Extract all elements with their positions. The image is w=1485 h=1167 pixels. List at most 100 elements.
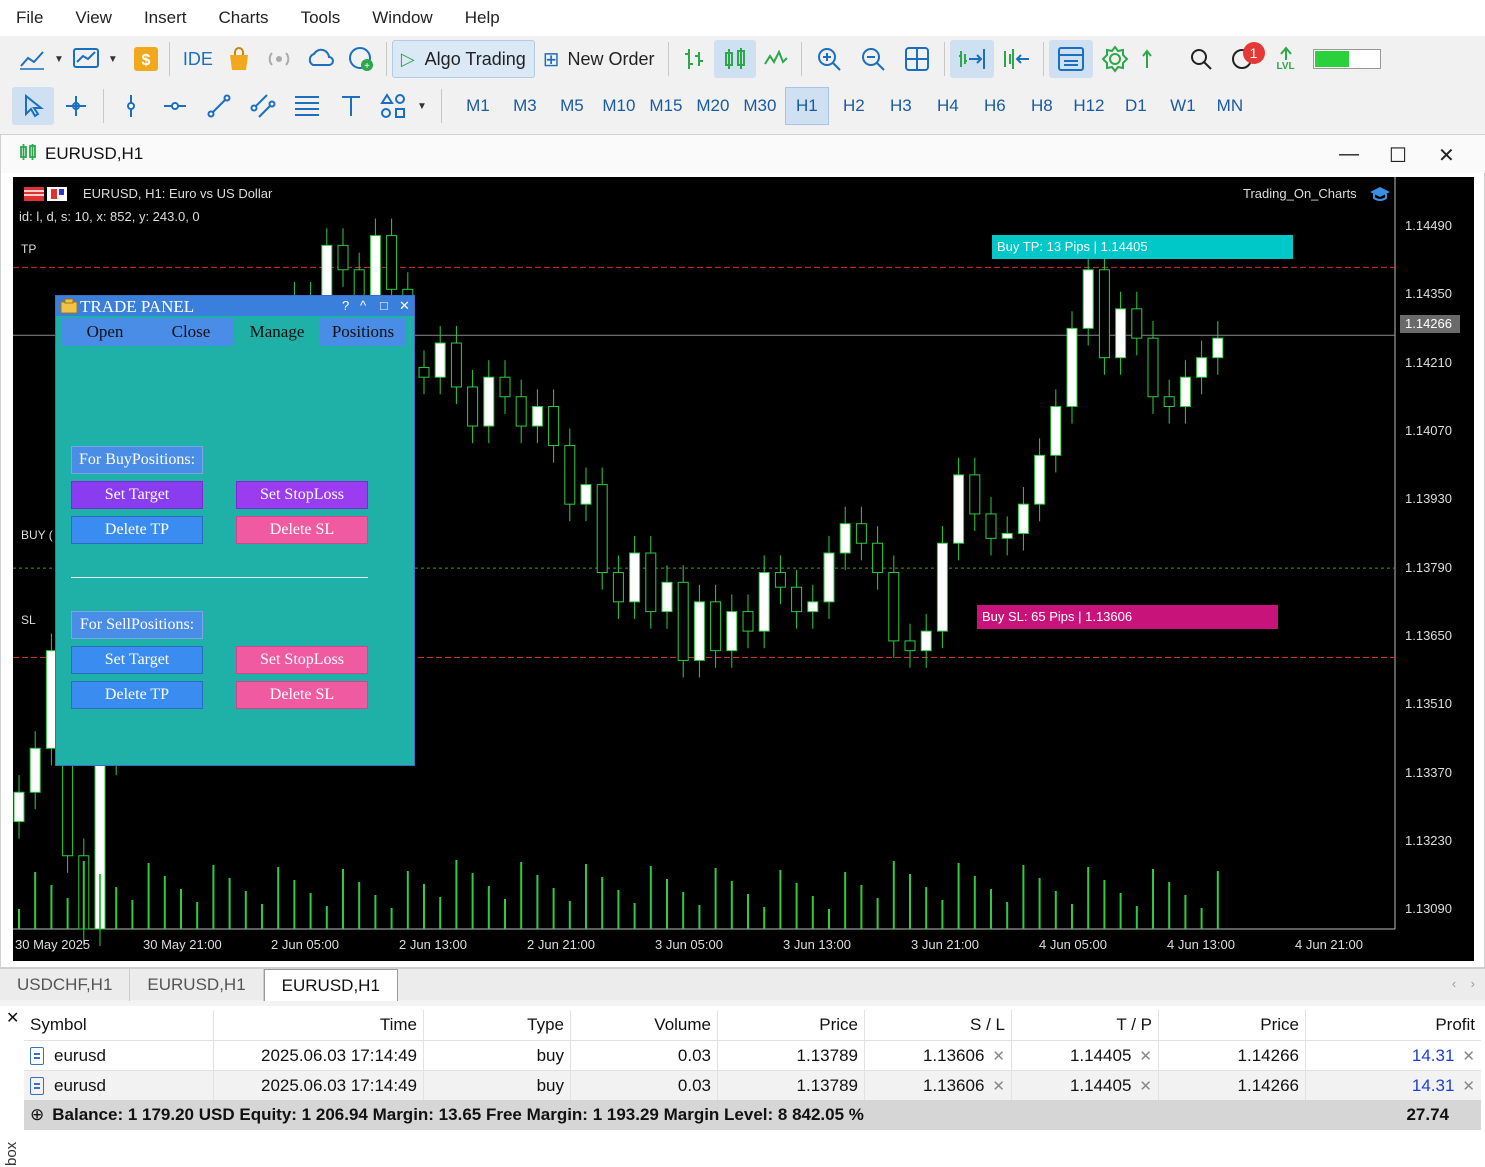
line-chart-icon[interactable]	[756, 40, 796, 78]
menu-window[interactable]: Window	[372, 8, 432, 28]
tab-positions[interactable]: Positions	[320, 318, 406, 346]
menu-view[interactable]: View	[75, 8, 112, 28]
horizontal-line-icon[interactable]	[153, 87, 197, 125]
remove-tp-icon[interactable]: ✕	[1139, 1077, 1152, 1095]
close-icon[interactable]: ✕	[1438, 143, 1455, 168]
col-volume[interactable]: Volume	[571, 1010, 718, 1040]
menu-tools[interactable]: Tools	[301, 8, 341, 28]
table-row[interactable]: eurusd 2025.06.03 17:14:49 buy 0.03 1.13…	[24, 1040, 1481, 1070]
ide-button[interactable]: IDE	[175, 40, 221, 78]
cursor-icon[interactable]	[12, 87, 54, 125]
tab-close[interactable]: Close	[148, 318, 234, 346]
panel-close-icon[interactable]: ✕	[399, 295, 410, 317]
menu-file[interactable]: File	[16, 8, 43, 28]
zoom-in-icon[interactable]	[807, 40, 851, 78]
timeframe-m10[interactable]: M10	[597, 87, 641, 125]
text-icon[interactable]	[329, 87, 373, 125]
timeframe-m5[interactable]: M5	[550, 87, 594, 125]
col-price[interactable]: Price	[718, 1010, 865, 1040]
menu-insert[interactable]: Insert	[144, 8, 187, 28]
chart-shift-icon[interactable]	[994, 40, 1038, 78]
timeframe-mn[interactable]: MN	[1208, 87, 1252, 125]
chart-tab-eurusd-1[interactable]: EURUSD,H1	[130, 969, 264, 1001]
menu-help[interactable]: Help	[465, 8, 500, 28]
col-sl[interactable]: S / L	[865, 1010, 1012, 1040]
col-profit[interactable]: Profit	[1306, 1010, 1481, 1040]
timeframe-m30[interactable]: M30	[738, 87, 782, 125]
signals-icon[interactable]	[257, 40, 301, 78]
arrow-up-icon[interactable]	[1137, 40, 1157, 78]
buy-set-target-button[interactable]: Set Target	[71, 481, 203, 509]
maximize-icon[interactable]: ☐	[1389, 143, 1407, 168]
remove-tp-icon[interactable]: ✕	[1139, 1047, 1152, 1065]
tab-scroll-arrows[interactable]: ‹ ›	[1452, 976, 1475, 991]
autoscroll-icon[interactable]	[949, 40, 994, 78]
timeframe-h4[interactable]: H4	[926, 87, 970, 125]
sl-banner[interactable]: Buy SL: 65 Pips | 1.13606	[977, 605, 1278, 629]
zoom-out-icon[interactable]	[851, 40, 895, 78]
shapes-icon[interactable]	[373, 87, 413, 125]
tab-manage[interactable]: Manage	[234, 318, 320, 346]
timeframe-m3[interactable]: M3	[503, 87, 547, 125]
sell-set-target-button[interactable]: Set Target	[71, 646, 203, 674]
trade-panel-titlebar[interactable]: TRADE PANEL ? ^ □ ✕	[56, 296, 414, 316]
channel-icon[interactable]	[241, 87, 285, 125]
close-position-icon[interactable]: ✕	[1462, 1047, 1475, 1065]
buy-delete-tp-button[interactable]: Delete TP	[71, 516, 203, 544]
candlestick-chart-icon[interactable]	[713, 40, 756, 78]
market-icon[interactable]: $	[128, 40, 164, 78]
algo-trading-button[interactable]: ▷ Algo Trading	[391, 40, 535, 78]
col-time[interactable]: Time	[214, 1010, 424, 1040]
shapes-dropdown-icon[interactable]: ▼	[417, 101, 427, 112]
vps-icon[interactable]: +	[341, 40, 381, 78]
timeframe-d1[interactable]: D1	[1114, 87, 1158, 125]
timeframe-h8[interactable]: H8	[1020, 87, 1064, 125]
tile-windows-icon[interactable]	[895, 40, 939, 78]
depth-of-market-icon[interactable]	[1048, 40, 1093, 78]
table-row[interactable]: eurusd 2025.06.03 17:14:49 buy 0.03 1.13…	[24, 1070, 1481, 1100]
vertical-line-icon[interactable]	[109, 87, 153, 125]
fibonacci-icon[interactable]	[285, 87, 329, 125]
chart-canvas[interactable]: EURUSD, H1: Euro vs US Dollar id: l, d, …	[13, 177, 1474, 961]
col-current-price[interactable]: Price	[1159, 1010, 1306, 1040]
col-type[interactable]: Type	[424, 1010, 571, 1040]
settings-gear-icon[interactable]	[1093, 40, 1137, 78]
notifications-icon[interactable]: 1	[1221, 40, 1265, 78]
sell-set-stoploss-button[interactable]: Set StopLoss	[236, 646, 368, 674]
shopping-bag-icon[interactable]	[221, 40, 257, 78]
timeframe-m20[interactable]: M20	[691, 87, 735, 125]
col-tp[interactable]: T / P	[1012, 1010, 1159, 1040]
timeframe-h6[interactable]: H6	[973, 87, 1017, 125]
menu-charts[interactable]: Charts	[218, 8, 268, 28]
timeframe-m15[interactable]: M15	[644, 87, 688, 125]
chart-type-icon[interactable]	[14, 40, 50, 78]
col-symbol[interactable]: Symbol	[24, 1010, 214, 1040]
timeframe-h3[interactable]: H3	[879, 87, 923, 125]
sell-delete-tp-button[interactable]: Delete TP	[71, 681, 203, 709]
crosshair-icon[interactable]	[54, 87, 98, 125]
buy-set-stoploss-button[interactable]: Set StopLoss	[236, 481, 368, 509]
sell-delete-sl-button[interactable]: Delete SL	[236, 681, 368, 709]
panel-maximize-icon[interactable]: □	[380, 295, 388, 317]
buy-delete-sl-button[interactable]: Delete SL	[236, 516, 368, 544]
minimize-icon[interactable]: —	[1339, 143, 1359, 166]
timeframe-w1[interactable]: W1	[1161, 87, 1205, 125]
new-order-button[interactable]: ⊞ New Order	[535, 40, 663, 78]
chart-type-dropdown-icon[interactable]: ▼	[54, 54, 64, 65]
expand-icon[interactable]: ⊕	[30, 1105, 44, 1125]
tp-banner[interactable]: Buy TP: 13 Pips | 1.14405	[992, 235, 1293, 259]
toolbox-side-label[interactable]: box	[0, 1130, 22, 1167]
indicators-dropdown-icon[interactable]: ▼	[108, 54, 118, 65]
timeframe-h12[interactable]: H12	[1067, 87, 1111, 125]
timeframe-m1[interactable]: M1	[456, 87, 500, 125]
cloud-icon[interactable]	[301, 40, 341, 78]
chart-tab-eurusd-2[interactable]: EURUSD,H1	[263, 969, 398, 1001]
trendline-icon[interactable]	[197, 87, 241, 125]
search-icon[interactable]	[1181, 40, 1221, 78]
toolbox-close-icon[interactable]: ✕	[6, 1008, 19, 1028]
remove-sl-icon[interactable]: ✕	[992, 1047, 1005, 1065]
chart-tab-usdchf[interactable]: USDCHF,H1	[0, 969, 131, 1001]
remove-sl-icon[interactable]: ✕	[992, 1077, 1005, 1095]
close-position-icon[interactable]: ✕	[1462, 1077, 1475, 1095]
signal-level-icon[interactable]: LVL	[1265, 40, 1307, 78]
